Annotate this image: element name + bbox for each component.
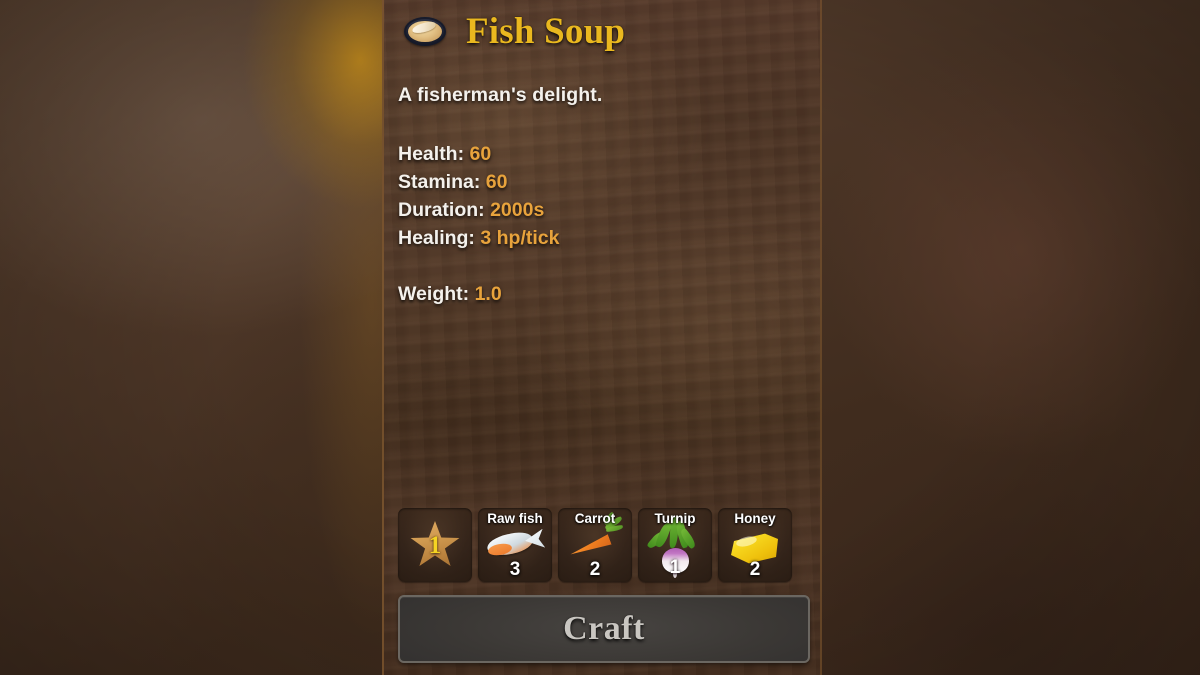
bowl-rim bbox=[404, 17, 446, 46]
page-title: Fish Soup bbox=[466, 10, 626, 52]
carrot-root-shape bbox=[567, 531, 612, 561]
stat-value-duration: 2000s bbox=[490, 199, 545, 221]
stat-row-healing: Healing: 3 hp/tick bbox=[398, 224, 559, 252]
item-description: A fisherman's delight. bbox=[398, 84, 603, 106]
stat-value-weight: 1.0 bbox=[474, 283, 502, 305]
stat-value-health: 60 bbox=[469, 143, 492, 165]
item-detail-panel: Fish Soup A fisherman's delight. Health:… bbox=[382, 0, 822, 675]
honey-icon bbox=[718, 508, 792, 582]
quality-level-value: 1 bbox=[428, 532, 442, 560]
stat-row-weight: Weight: 1.0 bbox=[398, 280, 559, 308]
ingredient-slot-carrot[interactable]: Carrot 2 bbox=[558, 508, 632, 582]
quality-level-slot[interactable]: 1 bbox=[398, 508, 472, 582]
stat-value-stamina: 60 bbox=[485, 171, 508, 193]
ingredient-slot-honey[interactable]: Honey 2 bbox=[718, 508, 792, 582]
stat-label-duration: Duration: bbox=[398, 199, 485, 221]
stat-row-duration: Duration: 2000s bbox=[398, 196, 559, 224]
craft-button[interactable]: Craft bbox=[398, 595, 810, 663]
ingredient-slot-turnip[interactable]: Turnip 1 bbox=[638, 508, 712, 582]
stat-label-stamina: Stamina: bbox=[398, 171, 481, 193]
bowl-shape bbox=[404, 17, 446, 46]
craft-button-label: Craft bbox=[563, 610, 645, 647]
item-stats-list: Health: 60 Stamina: 60 Duration: 2000s H… bbox=[398, 140, 559, 308]
fish-soup-bowl-icon bbox=[398, 4, 452, 58]
stat-row-stamina: Stamina: 60 bbox=[398, 168, 559, 196]
stat-label-healing: Healing: bbox=[398, 227, 475, 249]
ingredient-slot-row: 1 Raw fish 3 Carrot 2 Turnip 1 Honey 2 bbox=[398, 508, 792, 582]
ingredient-slot-raw-fish[interactable]: Raw fish 3 bbox=[478, 508, 552, 582]
stat-label-health: Health: bbox=[398, 143, 465, 165]
stat-label-weight: Weight: bbox=[398, 283, 470, 305]
carrot-icon bbox=[558, 508, 632, 582]
stat-row-health: Health: 60 bbox=[398, 140, 559, 168]
ingredient-count-turnip: 1 bbox=[669, 557, 681, 578]
game-screen: Fish Soup A fisherman's delight. Health:… bbox=[0, 0, 1200, 675]
raw-fish-icon bbox=[478, 508, 552, 582]
panel-header: Fish Soup bbox=[398, 4, 625, 58]
stat-value-healing: 3 hp/tick bbox=[480, 227, 560, 249]
